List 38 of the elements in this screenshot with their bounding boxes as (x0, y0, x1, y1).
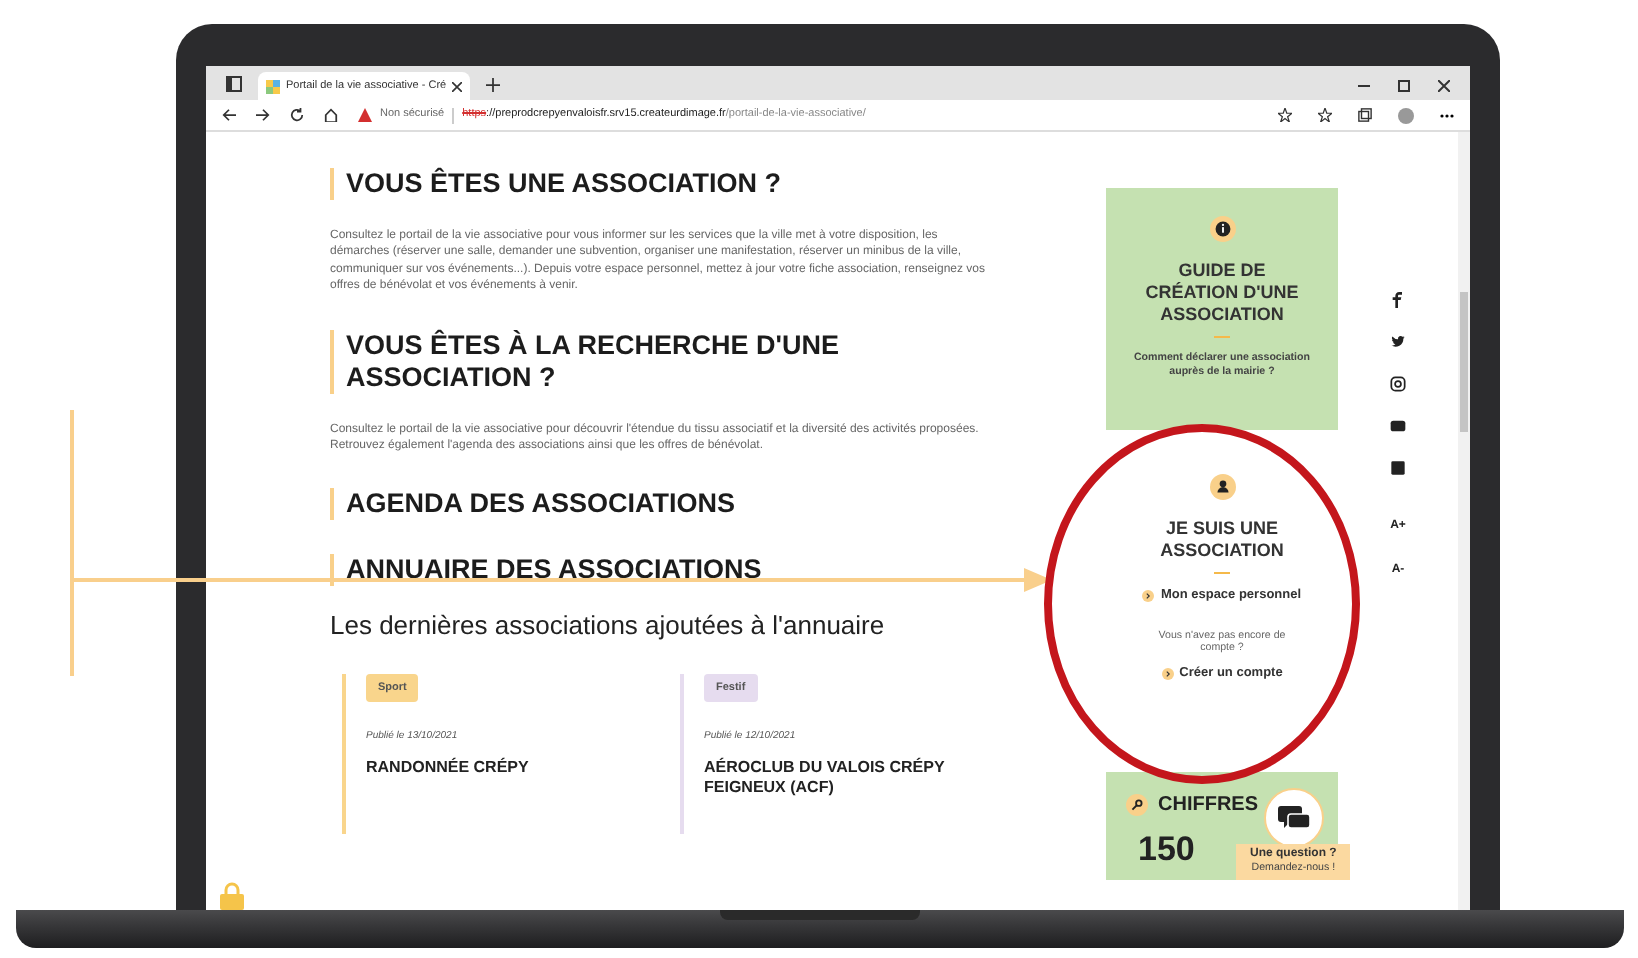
figures-value: 150 (1138, 831, 1195, 867)
section-heading: VOUS ÊTES À LA RECHERCHE D'UNE ASSOCIATION ? (346, 329, 841, 394)
chat-icon (1277, 805, 1310, 831)
favorites-icon[interactable] (1318, 108, 1332, 122)
facebook-icon[interactable] (1390, 292, 1406, 308)
section-heading: VOUS ÊTES UNE ASSOCIATION ? (346, 168, 784, 200)
chevron-icon (1161, 667, 1174, 680)
star-icon[interactable] (1278, 108, 1292, 122)
minimize-icon[interactable] (1358, 80, 1370, 92)
reload-icon[interactable] (290, 108, 304, 122)
site-logo-icon (266, 79, 280, 93)
section-heading: ANNUAIRE DES ASSOCIATIONS (346, 554, 764, 587)
camera-icon[interactable] (1390, 376, 1406, 392)
association-name: AÉROCLUB DU VALOIS CRÉPY FEIGNEUX (ACF) (704, 757, 947, 798)
guide-title: GUIDE DE CRÉATION D'UNE ASSOCIATION (1143, 260, 1301, 326)
tab-actions-icon[interactable] (226, 76, 242, 92)
association-name: RANDONNÉE CRÉPY (366, 757, 531, 778)
chevron-icon (1142, 589, 1155, 602)
figures-title: CHIFFRES (1158, 791, 1258, 819)
scrollbar-thumb[interactable] (1460, 292, 1468, 432)
user-icon (1209, 474, 1235, 500)
info-icon (1209, 216, 1235, 242)
close-icon[interactable] (1438, 80, 1450, 92)
account-title: JE SUIS UNE ASSOCIATION (1158, 518, 1286, 562)
collections-icon[interactable] (1358, 108, 1372, 122)
new-tab-icon[interactable] (486, 78, 500, 92)
bird-icon[interactable] (1390, 334, 1406, 350)
profile-icon[interactable] (1398, 107, 1414, 123)
section-heading: AGENDA DES ASSOCIATIONS (346, 488, 738, 521)
maximize-icon[interactable] (1398, 80, 1410, 92)
close-icon[interactable] (452, 81, 463, 91)
forward-icon[interactable] (256, 108, 270, 122)
square-icon[interactable] (1390, 460, 1406, 476)
warning-icon (358, 108, 372, 122)
home-icon[interactable] (324, 108, 338, 122)
section-subtitle: Les dernières associations ajoutées à l'annuaire (330, 608, 887, 645)
back-icon[interactable] (222, 108, 236, 122)
video-icon[interactable] (1390, 418, 1406, 434)
